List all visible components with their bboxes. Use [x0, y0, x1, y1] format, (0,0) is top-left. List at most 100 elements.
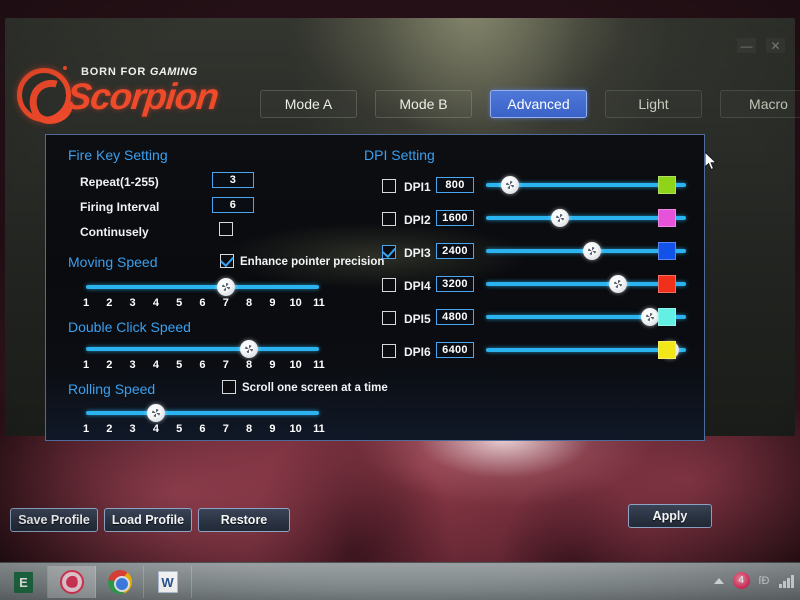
- dpi3-thumb[interactable]: [583, 242, 601, 260]
- double-click-speed-tick-7: 7: [222, 359, 229, 371]
- moving-speed-slider[interactable]: [86, 278, 319, 296]
- taskbar-item-chrome[interactable]: [96, 566, 144, 598]
- moving-speed-tick-2: 2: [106, 297, 113, 309]
- excel-icon: E: [14, 571, 33, 593]
- dpi1-slider[interactable]: [486, 176, 686, 194]
- dpi1-thumb[interactable]: [501, 176, 519, 194]
- notification-badge-icon[interactable]: 4: [732, 572, 750, 589]
- repeat-input[interactable]: 3: [212, 172, 254, 188]
- firing-interval-label: Firing Interval: [80, 200, 160, 214]
- double-click-speed-tick-8: 8: [246, 359, 253, 371]
- dpi5-value[interactable]: 4800: [436, 309, 474, 325]
- dpi6-color-swatch[interactable]: [658, 341, 676, 359]
- double-click-speed-slider[interactable]: [86, 340, 319, 358]
- dpi2-label: DPI2: [404, 213, 431, 227]
- continuously-label: Continusely: [80, 225, 149, 239]
- moving-speed-track: [86, 285, 319, 289]
- taskbar-item-excel[interactable]: E: [0, 566, 48, 598]
- dpi6-track: [486, 348, 686, 352]
- dpi2-value[interactable]: 1600: [436, 210, 474, 226]
- dpi5-slider[interactable]: [486, 308, 686, 326]
- double-click-speed-tick-1: 1: [82, 359, 90, 371]
- word-icon: W: [157, 571, 178, 593]
- dpi6-value[interactable]: 6400: [436, 342, 474, 358]
- dpi1-color-swatch[interactable]: [658, 176, 676, 194]
- scroll-one-screen-checkbox[interactable]: [222, 380, 236, 394]
- tab-mode-b[interactable]: Mode B: [375, 90, 472, 118]
- moving-speed-tick-8: 8: [246, 297, 253, 309]
- dpi3-label: DPI3: [404, 246, 431, 260]
- save-profile-button[interactable]: Save Profile: [10, 508, 98, 532]
- moving-speed-thumb[interactable]: [216, 278, 235, 296]
- chevron-up-icon[interactable]: [713, 577, 724, 584]
- rolling-speed-thumb[interactable]: [146, 404, 165, 422]
- dpi5-color-swatch[interactable]: [658, 308, 676, 326]
- dpi4-thumb[interactable]: [609, 275, 627, 293]
- screen-photo: — ✕ BORN FOR GAMING Scorpion Mode A Mode…: [0, 0, 800, 600]
- tray-extra-icon[interactable]: ſĐ: [759, 575, 770, 587]
- double-click-speed-scale: 1 2 3 4 5 6 7 8 9 10 11: [77, 359, 328, 371]
- dpi2-thumb[interactable]: [551, 209, 569, 227]
- continuously-checkbox[interactable]: [219, 222, 233, 236]
- rolling-speed-tick-1: 1: [82, 423, 90, 435]
- rolling-speed-track: [86, 411, 319, 415]
- rolling-speed-tick-4: 4: [152, 423, 159, 435]
- dpi5-checkbox[interactable]: [382, 311, 396, 325]
- taskbar-item-word[interactable]: W: [144, 566, 192, 598]
- dpi4-color-swatch[interactable]: [658, 275, 676, 293]
- dpi2-slider[interactable]: [486, 209, 686, 227]
- rolling-speed-slider[interactable]: [86, 404, 319, 422]
- tab-bar: Mode A Mode B Advanced Light Macro: [260, 90, 800, 118]
- minimize-button[interactable]: —: [737, 38, 756, 53]
- tab-light[interactable]: Light: [605, 90, 702, 118]
- taskbar-items: E W: [0, 566, 192, 598]
- dpi2-checkbox[interactable]: [382, 212, 396, 226]
- double-click-speed-track: [86, 347, 319, 351]
- firing-interval-input[interactable]: 6: [212, 197, 254, 213]
- load-profile-button[interactable]: Load Profile: [104, 508, 192, 532]
- dpi5-thumb[interactable]: [641, 308, 659, 326]
- rolling-speed-tick-10: 10: [289, 423, 302, 435]
- double-click-speed-tick-5: 5: [176, 359, 183, 371]
- dpi6-label: DPI6: [404, 345, 431, 359]
- double-click-speed-tick-4: 4: [152, 359, 159, 371]
- rolling-speed-tick-6: 6: [199, 423, 206, 435]
- taskbar-item-browser[interactable]: [48, 566, 96, 598]
- double-click-speed-thumb[interactable]: [240, 340, 259, 358]
- taskbar: E W 4 ſĐ: [0, 562, 800, 600]
- dpi5-label: DPI5: [404, 312, 431, 326]
- double-click-speed-tick-2: 2: [106, 359, 113, 371]
- moving-speed-tick-7: 7: [222, 297, 229, 309]
- dpi2-color-swatch[interactable]: [658, 209, 676, 227]
- dpi1-value[interactable]: 800: [436, 177, 474, 193]
- tab-mode-a[interactable]: Mode A: [260, 90, 357, 118]
- network-signal-icon[interactable]: [779, 574, 794, 588]
- dpi6-checkbox[interactable]: [382, 344, 396, 358]
- dpi-setting-title: DPI Setting: [364, 147, 435, 163]
- dpi3-value[interactable]: 2400: [436, 243, 474, 259]
- enhance-pointer-precision-checkbox[interactable]: [220, 254, 234, 268]
- rolling-speed-scale: 1 2 3 4 5 6 7 8 9 10 11: [77, 423, 328, 435]
- rolling-speed-tick-11: 11: [313, 423, 325, 435]
- double-click-speed-title: Double Click Speed: [68, 319, 191, 335]
- double-click-speed-tick-3: 3: [129, 359, 136, 371]
- restore-button[interactable]: Restore: [198, 508, 290, 532]
- dpi3-color-swatch[interactable]: [658, 242, 676, 260]
- rolling-speed-tick-8: 8: [246, 423, 253, 435]
- dpi1-label: DPI1: [404, 180, 431, 194]
- dpi4-checkbox[interactable]: [382, 278, 396, 292]
- dpi3-slider[interactable]: [486, 242, 686, 260]
- close-button[interactable]: ✕: [766, 38, 785, 53]
- window-controls: — ✕: [737, 38, 785, 53]
- moving-speed-title: Moving Speed: [68, 254, 158, 270]
- tab-macro[interactable]: Macro: [720, 90, 800, 118]
- dpi4-value[interactable]: 3200: [436, 276, 474, 292]
- tab-advanced[interactable]: Advanced: [490, 90, 587, 118]
- dpi6-slider[interactable]: [486, 341, 686, 359]
- dpi3-checkbox[interactable]: [382, 245, 396, 259]
- moving-speed-tick-3: 3: [129, 297, 136, 309]
- apply-button[interactable]: Apply: [628, 504, 712, 528]
- dpi1-checkbox[interactable]: [382, 179, 396, 193]
- dpi4-slider[interactable]: [486, 275, 686, 293]
- scorpion-logo-icon: [17, 68, 71, 122]
